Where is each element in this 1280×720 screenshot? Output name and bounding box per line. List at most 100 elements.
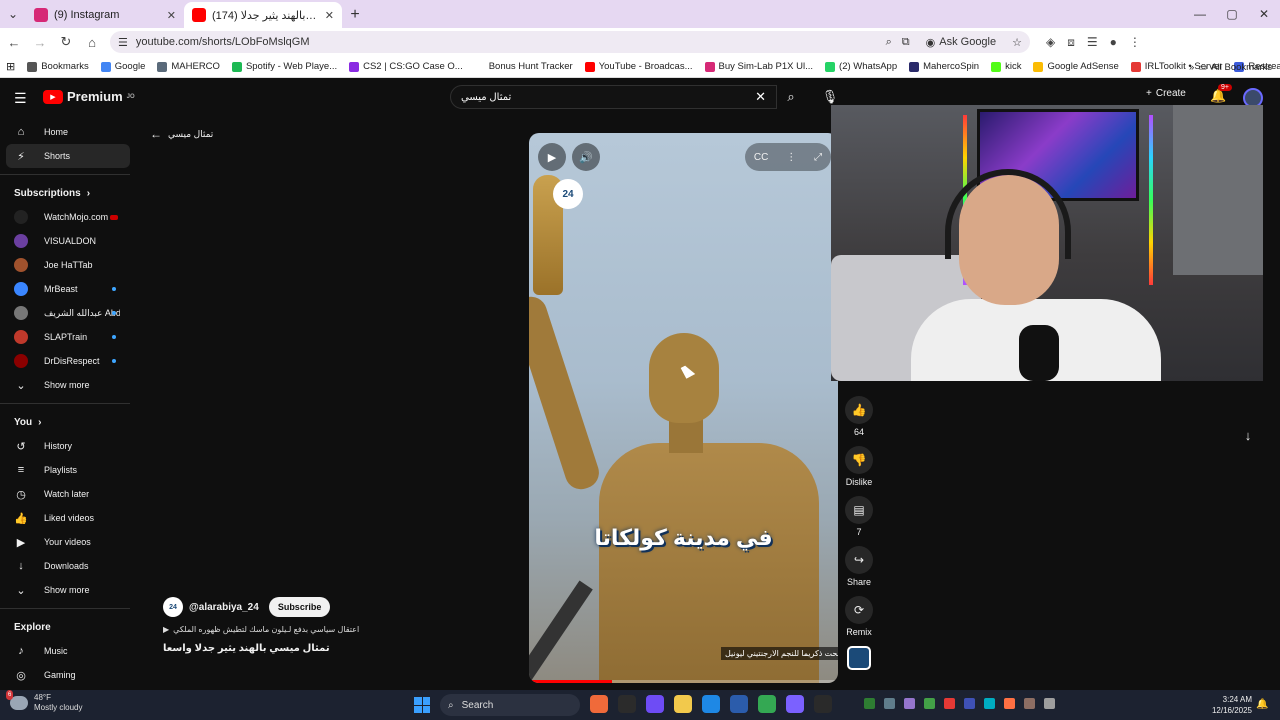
bookmark-item[interactable]: Google [95,61,152,72]
sidebar-item-playlists[interactable]: ≡ Playlists [0,458,130,482]
subscription-item[interactable]: WatchMojo.com [0,205,130,229]
taskbar-app-icon[interactable] [786,695,804,713]
video-progress-bar[interactable] [529,680,838,683]
search-icon[interactable]: ⌕ [777,85,805,109]
forward-arrow-icon[interactable]: → [28,30,52,54]
url-text[interactable]: youtube.com/shorts/LObFoMslqGM [136,36,878,48]
more-options-icon[interactable]: ⋮ [786,152,796,163]
create-button[interactable]: + Create [1146,88,1186,99]
taskbar-app-icon[interactable] [814,695,832,713]
tray-icon[interactable] [984,698,995,709]
zoom-icon[interactable]: ⌕ [886,36,892,49]
sidebar-item-liked-videos[interactable]: 👍 Liked videos [0,506,130,530]
sidebar-item-downloads[interactable]: ↓ Downloads [0,554,130,578]
weather-widget[interactable]: 6 48°F Mostly cloudy [6,690,82,713]
captions-icon[interactable]: CC [754,152,768,163]
channel-name[interactable]: @alarabiya_24 [189,602,259,613]
reload-icon[interactable]: ↻ [54,30,78,54]
taskbar-app-icon[interactable] [590,695,608,713]
extensions-puzzle-icon[interactable]: ⧈ [1067,35,1075,50]
taskbar-app-icon[interactable] [758,695,776,713]
tray-icon[interactable] [964,698,975,709]
tab-search-icon[interactable]: ⌄ [0,0,26,28]
cast-icon[interactable]: ⧉ [902,36,910,49]
sidebar-item-shorts[interactable]: ⚡ Shorts [6,144,130,168]
minimize-icon[interactable]: — [1184,0,1216,28]
description-row[interactable]: ▶ اعتقال سياسي بدفع لـيلون ماسك لتطيش ظه… [163,625,523,634]
notification-bell-icon[interactable]: 🔔 [1256,699,1268,710]
tray-icon[interactable] [1004,698,1015,709]
all-bookmarks[interactable]: » ▭ All Bookmarks [1189,56,1272,78]
sidebar-item-your-videos[interactable]: ▶ Your videos [0,530,130,554]
more-bookmarks-icon[interactable]: » [1189,62,1194,73]
subscribe-button[interactable]: Subscribe [268,597,331,617]
subscription-item[interactable]: عبدالله الشريف Abdul... [0,301,130,325]
notifications-bell-icon[interactable]: 🔔 9+ [1210,84,1232,104]
search-input[interactable]: تمثال ميسي ✕ [450,85,777,109]
bookmark-item[interactable]: Google AdSense [1027,61,1124,72]
home-icon[interactable]: ⌂ [80,30,104,54]
taskbar-app-icon[interactable] [702,695,720,713]
sidebar-item-music[interactable]: ♪ Music [0,639,130,663]
sidebar-item-home[interactable]: ⌂ Home [0,120,130,144]
next-short-arrow-icon[interactable]: ↓ [1236,423,1260,447]
bookmark-item[interactable]: Buy Sim-Lab P1X Ul... [699,61,820,72]
bookmark-item[interactable]: MAHERCO [151,61,226,72]
chrome-menu-icon[interactable]: ⋮ [1129,35,1141,50]
shorts-video-player[interactable]: 24 ▶ 🔊 CC ⋮ ⤢ في مدينة كولكاتا تحت ذكريم… [529,133,838,683]
back-arrow-icon[interactable]: ← [2,30,26,54]
bookmark-item[interactable]: MahercoSpin [903,61,985,72]
channel-avatar[interactable]: 24 [163,597,183,617]
share-button[interactable]: ↪ Share [844,546,874,587]
tray-icon[interactable] [904,698,915,709]
comments-button[interactable]: ▤ 7 [844,496,874,537]
clear-search-icon[interactable]: ✕ [755,89,766,105]
close-tab-icon[interactable]: ✕ [167,9,176,22]
extension-icon[interactable]: ◈ [1046,35,1055,50]
tray-icon[interactable] [924,698,935,709]
dislike-button[interactable]: 👎 Dislike [844,446,874,487]
subscription-item[interactable]: VISUALDON [0,229,130,253]
sound-thumbnail[interactable] [847,646,871,670]
bookmark-item[interactable]: kick [985,61,1027,72]
tab-instagram[interactable]: (9) Instagram ✕ [26,2,184,28]
ask-google-button[interactable]: ◉ Ask Google [920,36,1002,49]
remix-button[interactable]: ⟳ Remix [844,596,874,637]
show-more-you[interactable]: ⌄ Show more [0,578,130,602]
subscription-item[interactable]: MrBeast [0,277,130,301]
maximize-icon[interactable]: ▢ [1216,0,1248,28]
taskbar-app-icon[interactable] [674,695,692,713]
play-icon[interactable]: ▶ [538,143,566,171]
like-button[interactable]: 👍 64 [844,396,874,437]
address-bar[interactable]: ☰ youtube.com/shorts/LObFoMslqGM ⌕ ⧉ ◉ As… [110,31,1030,53]
tray-icon[interactable] [884,698,895,709]
tray-icon[interactable] [864,698,875,709]
youtube-premium-logo[interactable]: ▶ Premium JO [43,89,135,104]
taskbar-search[interactable]: ⌕ Search [440,694,580,716]
close-tab-icon[interactable]: ✕ [325,9,334,22]
clock[interactable]: 3:24 AM 12/16/2025 [1206,694,1252,716]
taskbar-app-icon[interactable] [646,695,664,713]
bookmark-item[interactable]: Bonus Hunt Tracker [469,61,579,72]
tray-icon[interactable] [1024,698,1035,709]
close-window-icon[interactable]: ✕ [1248,0,1280,28]
subscription-item[interactable]: DrDisRespect [0,349,130,373]
fullscreen-icon[interactable]: ⤢ [814,152,822,163]
site-info-icon[interactable]: ☰ [118,36,128,49]
apps-grid-icon[interactable]: ⊞ [0,60,21,73]
bookmark-item[interactable]: Bookmarks [21,61,95,72]
back-to-search-link[interactable]: ← تمثال ميسي [150,127,213,141]
tab-youtube[interactable]: (174) تمثال ميسي بالهند يثير جدلا ✕ [184,2,342,28]
subscription-item[interactable]: SLAPTrain [0,325,130,349]
you-heading[interactable]: You › [0,410,138,434]
sidebar-item-history[interactable]: ↺ History [0,434,130,458]
menu-hamburger-icon[interactable]: ☰ [14,90,28,107]
reading-list-icon[interactable]: ☰ [1087,35,1098,50]
sidebar-item-watch-later[interactable]: ◷ Watch later [0,482,130,506]
search-value[interactable]: تمثال ميسي [461,92,511,103]
bookmark-item[interactable]: CS2 | CS:GO Case O... [343,61,469,72]
subscriptions-heading[interactable]: Subscriptions › [0,181,138,205]
bookmark-item[interactable]: YouTube - Broadcas... [579,61,699,72]
windows-start-icon[interactable] [414,697,430,713]
bookmark-item[interactable]: (2) WhatsApp [819,61,903,72]
